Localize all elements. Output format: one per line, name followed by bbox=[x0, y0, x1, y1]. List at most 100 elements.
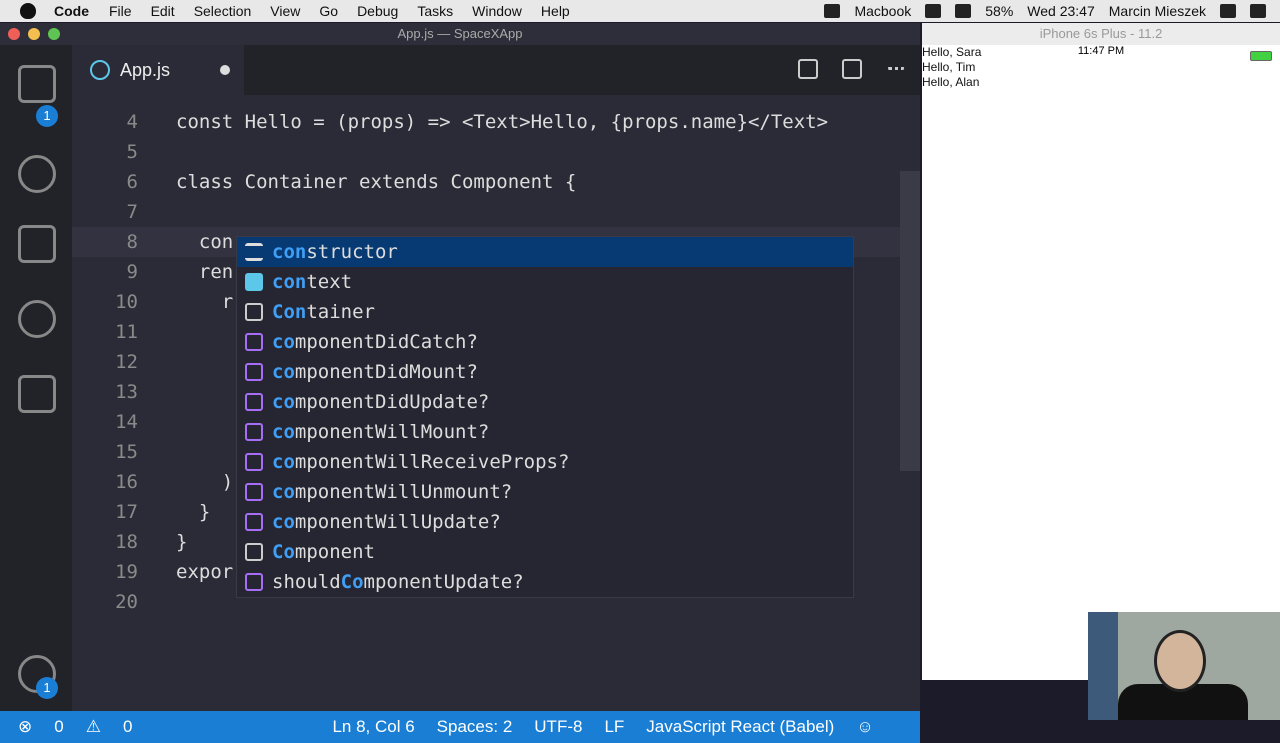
line-number: 4 bbox=[126, 111, 138, 133]
suggestion-label: Component bbox=[272, 541, 375, 563]
more-actions-icon[interactable] bbox=[886, 67, 906, 87]
status-bar: ⊗ 0 ⚠ 0 Ln 8, Col 6 Spaces: 2 UTF-8 LF J… bbox=[0, 711, 920, 743]
code-text: class Container extends Component { bbox=[176, 171, 577, 193]
line-number: 20 bbox=[115, 591, 138, 613]
line-number: 10 bbox=[115, 291, 138, 313]
line-number: 15 bbox=[115, 441, 138, 463]
file-icon bbox=[245, 303, 263, 321]
encoding[interactable]: UTF-8 bbox=[534, 717, 582, 737]
zoom-window-icon[interactable] bbox=[48, 28, 60, 40]
wifi-icon[interactable] bbox=[925, 4, 942, 18]
suggestion-label: componentDidUpdate? bbox=[272, 391, 490, 413]
editor-tab-bar: App.js bbox=[72, 45, 920, 95]
menu-go[interactable]: Go bbox=[319, 3, 338, 19]
menubar-user[interactable]: Marcin Mieszek bbox=[1109, 3, 1206, 19]
method-icon bbox=[245, 453, 263, 471]
settings-badge: 1 bbox=[36, 677, 58, 699]
unsaved-dot-icon[interactable] bbox=[220, 65, 230, 75]
battery-percent[interactable]: 58% bbox=[985, 3, 1013, 19]
menu-view[interactable]: View bbox=[270, 3, 300, 19]
suggestion-item[interactable]: constructor bbox=[237, 237, 853, 267]
line-number: 18 bbox=[115, 531, 138, 553]
warnings-count[interactable]: 0 bbox=[123, 717, 132, 737]
volume-icon[interactable] bbox=[955, 4, 972, 18]
tab-app-js[interactable]: App.js bbox=[72, 45, 244, 95]
menubar-status-area: Macbook 58% Wed 23:47 Marcin Mieszek bbox=[824, 0, 1280, 22]
keyword-icon bbox=[245, 243, 263, 261]
method-icon bbox=[245, 333, 263, 351]
close-window-icon[interactable] bbox=[8, 28, 20, 40]
warnings-icon[interactable]: ⚠ bbox=[86, 717, 101, 737]
method-icon bbox=[245, 423, 263, 441]
menu-app-name[interactable]: Code bbox=[54, 3, 89, 19]
line-number: 17 bbox=[115, 501, 138, 523]
hello-text: Hello, Tim bbox=[922, 60, 976, 74]
explorer-icon[interactable] bbox=[18, 65, 56, 103]
menu-window[interactable]: Window bbox=[472, 3, 522, 19]
cursor-position[interactable]: Ln 8, Col 6 bbox=[332, 717, 414, 737]
ios-simulator: iPhone 6s Plus - 11.2 11:47 PM Hello, Sa… bbox=[922, 23, 1280, 680]
line-number: 13 bbox=[115, 381, 138, 403]
hello-text: Hello, Alan bbox=[922, 75, 980, 89]
errors-count[interactable]: 0 bbox=[54, 717, 63, 737]
presenter-head bbox=[1154, 630, 1206, 692]
line-number: 14 bbox=[115, 411, 138, 433]
suggestion-label: constructor bbox=[272, 241, 398, 263]
suggestion-item[interactable]: componentDidUpdate? bbox=[237, 387, 853, 417]
suggestion-item[interactable]: componentDidCatch? bbox=[237, 327, 853, 357]
apple-icon[interactable] bbox=[20, 3, 36, 19]
suggestion-item[interactable]: Component bbox=[237, 537, 853, 567]
code-text: } bbox=[176, 531, 188, 553]
tab-label: App.js bbox=[120, 59, 171, 80]
suggestion-widget: constructor context Container componentDidC… bbox=[236, 236, 854, 598]
line-number: 16 bbox=[115, 471, 138, 493]
code-text: } bbox=[176, 501, 211, 523]
method-icon bbox=[245, 513, 263, 531]
suggestion-item[interactable]: componentWillMount? bbox=[237, 417, 853, 447]
line-number: 12 bbox=[115, 351, 138, 373]
suggestion-item[interactable]: componentDidMount? bbox=[237, 357, 853, 387]
line-ending[interactable]: LF bbox=[604, 717, 624, 737]
suggestion-label: componentWillUnmount? bbox=[272, 481, 513, 503]
method-icon bbox=[245, 393, 263, 411]
git-compare-icon[interactable] bbox=[798, 59, 818, 79]
editor-scrollbar[interactable] bbox=[900, 171, 920, 471]
device-icon[interactable] bbox=[824, 4, 841, 18]
line-number: 6 bbox=[126, 171, 138, 193]
suggestion-item[interactable]: Container bbox=[237, 297, 853, 327]
search-icon[interactable] bbox=[18, 155, 56, 193]
spotlight-search-icon[interactable] bbox=[1220, 4, 1236, 18]
suggestion-label: shouldComponentUpdate? bbox=[272, 571, 524, 593]
extensions-icon[interactable] bbox=[18, 375, 56, 413]
menu-tasks[interactable]: Tasks bbox=[417, 3, 453, 19]
line-number: 9 bbox=[126, 261, 138, 283]
minimize-window-icon[interactable] bbox=[28, 28, 40, 40]
menu-debug[interactable]: Debug bbox=[357, 3, 398, 19]
window-title: App.js — SpaceXApp bbox=[397, 26, 523, 41]
menu-edit[interactable]: Edit bbox=[151, 3, 175, 19]
suggestion-item[interactable]: shouldComponentUpdate? bbox=[237, 567, 853, 597]
line-number: 19 bbox=[115, 561, 138, 583]
indentation[interactable]: Spaces: 2 bbox=[437, 717, 513, 737]
code-text: ) bbox=[176, 471, 234, 493]
device-name[interactable]: Macbook bbox=[854, 3, 911, 19]
debug-icon[interactable] bbox=[18, 300, 56, 338]
notification-center-icon[interactable] bbox=[1250, 4, 1266, 18]
menu-help[interactable]: Help bbox=[541, 3, 570, 19]
language-mode[interactable]: JavaScript React (Babel) bbox=[646, 717, 834, 737]
suggestion-item[interactable]: componentWillUnmount? bbox=[237, 477, 853, 507]
source-control-icon[interactable] bbox=[18, 225, 56, 263]
suggestion-item[interactable]: componentWillReceiveProps? bbox=[237, 447, 853, 477]
menu-selection[interactable]: Selection bbox=[194, 3, 252, 19]
feedback-smiley-icon[interactable]: ☺ bbox=[856, 717, 873, 737]
split-editor-icon[interactable] bbox=[842, 59, 862, 79]
activity-bar: 1 1 bbox=[0, 45, 72, 711]
suggestion-item[interactable]: componentWillUpdate? bbox=[237, 507, 853, 537]
menu-file[interactable]: File bbox=[109, 3, 132, 19]
suggestion-item[interactable]: context bbox=[237, 267, 853, 297]
menubar-clock[interactable]: Wed 23:47 bbox=[1027, 3, 1094, 19]
webcam-overlay bbox=[1088, 612, 1280, 720]
errors-icon[interactable]: ⊗ bbox=[18, 717, 32, 737]
suggestion-label: componentWillUpdate? bbox=[272, 511, 501, 533]
webcam-background bbox=[1088, 612, 1118, 720]
